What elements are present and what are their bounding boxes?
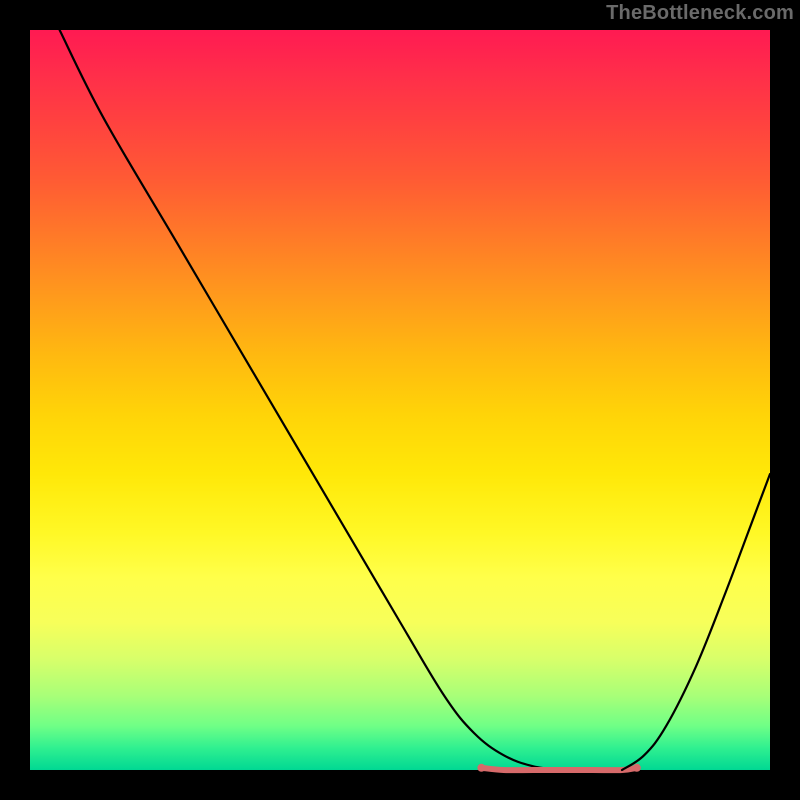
plateau-end-dot [633,764,641,772]
attribution-text: TheBottleneck.com [606,2,794,25]
plot-area [30,30,770,770]
left-curve [60,30,563,770]
chart-frame: TheBottleneck.com [0,0,800,800]
plateau-start-dot [477,764,485,772]
right-curve [622,474,770,770]
curve-canvas [30,30,770,770]
plateau-segment [481,768,636,770]
